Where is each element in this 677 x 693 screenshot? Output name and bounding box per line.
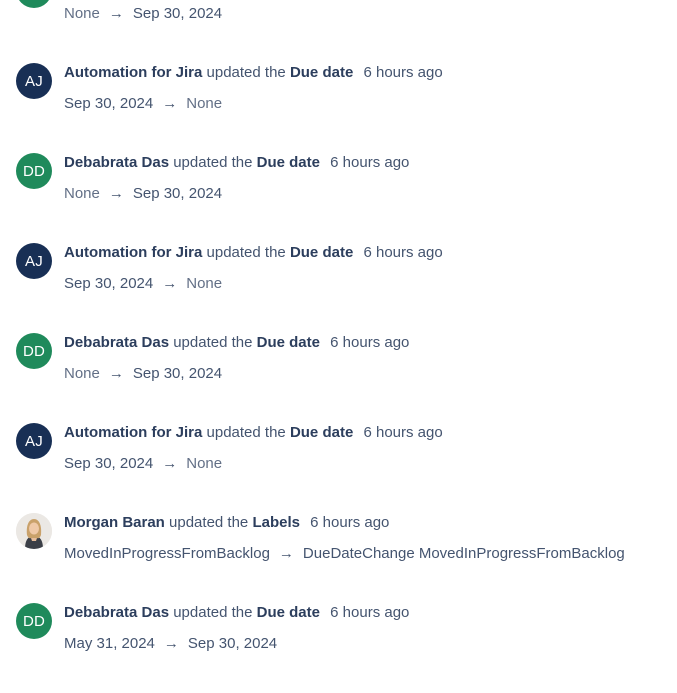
timestamp[interactable]: 6 hours ago (330, 334, 409, 351)
new-value: None (186, 275, 223, 292)
change-values: None → Sep 30, 2024 (64, 184, 222, 204)
user-avatar[interactable]: AJ (16, 243, 52, 279)
actor-name[interactable]: Automation for Jira (64, 424, 202, 441)
history-headline: Morgan Baran updated the Labels 6 hours … (64, 513, 389, 533)
history-entry: DD Debabrata Das updated the Due date 6 … (0, 153, 677, 243)
arrow-icon: → (278, 545, 294, 562)
person-photo-icon (16, 513, 52, 549)
actor-name[interactable]: Automation for Jira (64, 64, 202, 81)
user-avatar[interactable]: DD (16, 153, 52, 189)
field-name: Due date (289, 424, 354, 441)
action-text: updated the (173, 604, 253, 621)
history-headline: Debabrata Das updated the Due date 6 hou… (64, 603, 409, 623)
action-text: updated the (173, 154, 253, 171)
new-value: Sep 30, 2024 (132, 365, 223, 382)
actor-name[interactable]: Debabrata Das (64, 334, 169, 351)
history-headline: Automation for Jira updated the Due date… (64, 243, 443, 263)
history-entry: DD Debabrata Das updated the Due date 6 … (0, 333, 677, 423)
history-entry: DD Debabrata Das updated the Due date 6 … (0, 603, 677, 693)
new-value: None (186, 455, 223, 472)
history-headline: Automation for Jira updated the Due date… (64, 423, 443, 443)
old-value: Sep 30, 2024 (64, 275, 154, 292)
timestamp[interactable]: 6 hours ago (363, 424, 442, 441)
action-text: updated the (169, 514, 249, 531)
field-name: Due date (256, 154, 320, 171)
change-values: Sep 30, 2024 → None (64, 274, 222, 294)
old-value: Sep 30, 2024 (64, 95, 154, 112)
arrow-icon: → (108, 185, 124, 202)
new-value: Sep 30, 2024 (187, 635, 278, 652)
change-values: Sep 30, 2024 → None (64, 94, 222, 114)
action-text: updated the (206, 64, 286, 81)
action-text: updated the (206, 244, 286, 261)
history-entry: AJ Automation for Jira updated the Due d… (0, 63, 677, 153)
old-value: Sep 30, 2024 (64, 455, 154, 472)
history-headline: Debabrata Das updated the Due date 6 hou… (64, 153, 409, 173)
arrow-icon: → (162, 455, 178, 472)
action-text: updated the (206, 424, 286, 441)
timestamp[interactable]: 6 hours ago (310, 514, 389, 531)
new-value: DueDateChange MovedInProgressFromBacklog (302, 545, 625, 562)
old-value: None (64, 185, 100, 202)
arrow-icon: → (108, 5, 124, 22)
arrow-icon: → (162, 95, 178, 112)
old-value: MovedInProgressFromBacklog (64, 545, 270, 562)
field-name: Due date (289, 64, 354, 81)
arrow-icon: → (163, 635, 179, 652)
change-values: MovedInProgressFromBacklog → DueDateChange… (64, 544, 625, 564)
field-name: Due date (289, 244, 354, 261)
change-values: Sep 30, 2024 → None (64, 454, 222, 474)
history-headline: Debabrata Das updated the Due date 6 hou… (64, 333, 409, 353)
field-name: Due date (256, 334, 320, 351)
change-values: None → Sep 30, 2024 (64, 4, 222, 24)
timestamp[interactable]: 6 hours ago (363, 244, 442, 261)
new-value: None (186, 95, 223, 112)
arrow-icon: → (108, 365, 124, 382)
old-value: None (64, 5, 100, 22)
actor-name[interactable]: Morgan Baran (64, 514, 165, 531)
history-entry: AJ Automation for Jira updated the Due d… (0, 243, 677, 333)
old-value: May 31, 2024 (64, 635, 155, 652)
user-avatar[interactable]: AJ (16, 63, 52, 99)
history-entry-partial: None → Sep 30, 2024 (0, 0, 677, 31)
action-text: updated the (173, 334, 253, 351)
actor-name[interactable]: Debabrata Das (64, 154, 169, 171)
history-entry: Morgan Baran updated the Labels 6 hours … (0, 513, 677, 603)
arrow-icon: → (162, 275, 178, 292)
timestamp[interactable]: 6 hours ago (330, 604, 409, 621)
change-values: None → Sep 30, 2024 (64, 364, 222, 384)
timestamp[interactable]: 6 hours ago (363, 64, 442, 81)
change-values: May 31, 2024 → Sep 30, 2024 (64, 634, 277, 654)
actor-name[interactable]: Automation for Jira (64, 244, 202, 261)
field-name: Labels (252, 514, 300, 531)
history-headline: Automation for Jira updated the Due date… (64, 63, 443, 83)
new-value: Sep 30, 2024 (132, 185, 223, 202)
user-avatar-photo[interactable] (16, 513, 52, 549)
timestamp[interactable]: 6 hours ago (330, 154, 409, 171)
history-entry: AJ Automation for Jira updated the Due d… (0, 423, 677, 513)
old-value: None (64, 365, 100, 382)
actor-name[interactable]: Debabrata Das (64, 604, 169, 621)
user-avatar[interactable]: DD (16, 333, 52, 369)
field-name: Due date (256, 604, 320, 621)
new-value: Sep 30, 2024 (132, 5, 223, 22)
user-avatar[interactable]: DD (16, 603, 52, 639)
user-avatar[interactable]: AJ (16, 423, 52, 459)
